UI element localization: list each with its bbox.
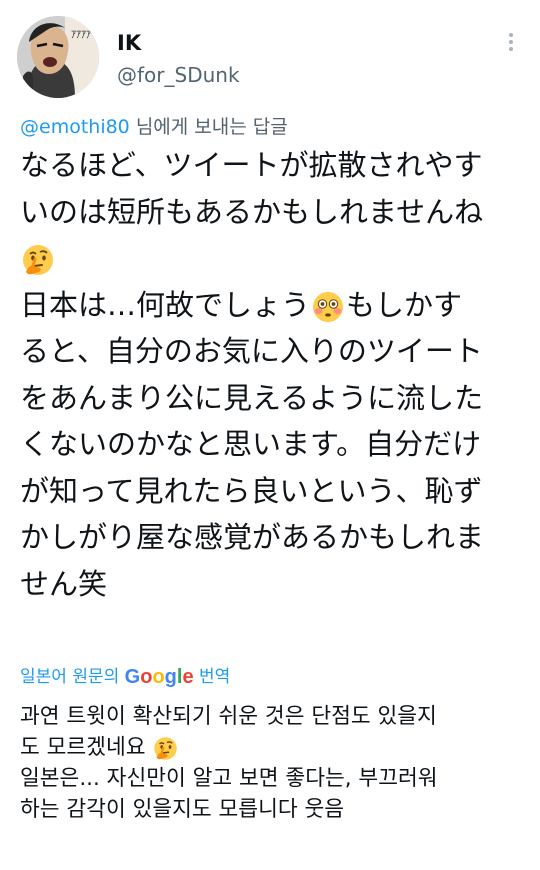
thinking-face-icon	[154, 736, 178, 760]
avatar[interactable]: ｱｱｱｱ	[17, 16, 99, 98]
tweet-line: をあんまり公に見えるように流した	[20, 380, 484, 415]
more-options-icon[interactable]	[497, 28, 525, 56]
tweet-line: ると、自分のお気に入りのツイート	[20, 334, 483, 368]
thinking-face-icon	[23, 245, 53, 275]
reply-suffix: 님에게 보내는 답글	[129, 116, 288, 138]
tweet-text: なるほど、ツイートが拡散されやす いのは短所もあるかもしれませんね 日本は…何故…	[20, 142, 532, 607]
tweet-line-part: もしかす	[346, 287, 463, 322]
translated-text: 과연 트윗이 확산되기 쉬운 것은 단점도 있을지 도 모르겠네요 일본은...…	[20, 701, 532, 825]
translated-line: 하는 감각이 있을지도 모릅니다 웃음	[20, 797, 345, 822]
user-handle[interactable]: @for_SDunk	[117, 62, 240, 88]
display-name[interactable]: IK	[117, 30, 141, 56]
tweet-line: なるほど、ツイートが拡散されやす	[20, 148, 483, 182]
avatar-text: ｱｱｱｱ	[71, 30, 91, 41]
translation-suffix: 번역	[193, 667, 231, 687]
translated-line: 과연 트윗이 확산되기 쉬운 것은 단점도 있을지	[20, 704, 437, 729]
google-logo: Google	[124, 666, 194, 688]
avatar-illustration: ｱｱｱｱ	[17, 16, 99, 98]
flushed-face-icon	[313, 291, 344, 322]
tweet-line-part: 日本は…何故でしょう	[20, 287, 311, 322]
tweet-line: が知って見れたら良いという、恥ず	[20, 473, 483, 508]
translated-line: 일본은... 자신만이 알고 보면 좋다는, 부끄러워	[20, 766, 438, 791]
tweet-line-emoji	[20, 235, 532, 282]
tweet-line: いのは短所もあるかもしれませんね	[20, 194, 484, 229]
reply-mention-link[interactable]: @emothi80	[20, 116, 130, 138]
translated-line-part: 도 모르겠네요	[20, 735, 153, 760]
tweet-line: くないのかなと思います。自分だけ	[20, 427, 482, 461]
tweet-line-with-emoji: 日本は…何故でしょう もしかす	[20, 282, 532, 329]
tweet-line: かしがり屋な感覚があるかもしれま	[20, 520, 485, 554]
tweet-line: せん笑	[20, 566, 108, 601]
translated-line-with-emoji: 도 모르겠네요	[20, 732, 532, 763]
translate-tweet-link[interactable]: 일본어 원문의 Google 번역	[20, 664, 230, 690]
translation-prefix: 일본어 원문의	[20, 667, 125, 687]
reply-context: @emothi80 님에게 보내는 답글	[20, 114, 288, 140]
